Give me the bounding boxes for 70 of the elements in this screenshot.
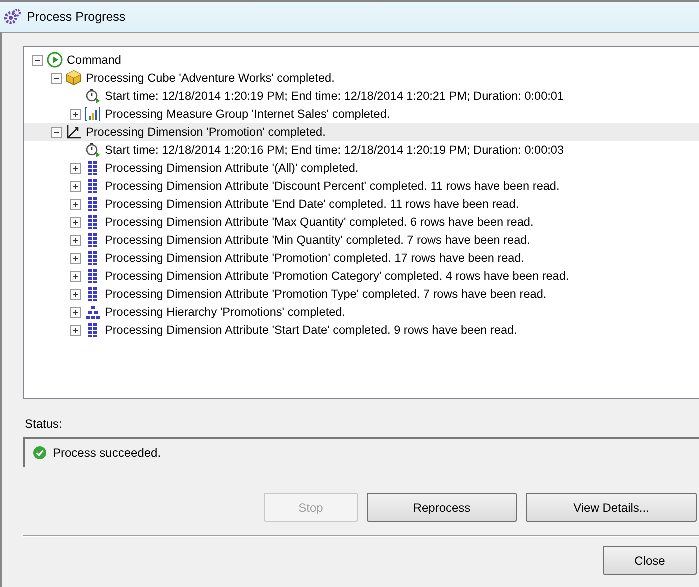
tree-row[interactable]: Processing Dimension Attribute 'Promotion Type' completed. 7 rows have been read. [24,285,699,303]
tree-item-text: Processing Measure Group 'Internet Sales' completed. [105,106,390,122]
tree-row[interactable]: Processing Hierarchy 'Promotions' completed. [24,303,699,321]
tree-row[interactable]: Processing Dimension Attribute 'Promotion Category' completed. 4 rows have been read. [24,267,699,285]
grid-icon [87,214,99,230]
tree-item-text: Command [67,52,122,68]
tree-item-text: Processing Dimension 'Promotion' completed. [86,124,326,140]
collapse-icon[interactable] [51,126,62,138]
stopwatch-icon [85,88,101,104]
expand-icon[interactable] [70,180,81,192]
collapse-icon[interactable] [51,72,62,84]
tree-row[interactable]: Processing Dimension Attribute 'Min Quantity' completed. 7 rows have been read. [24,231,699,249]
expand-icon[interactable] [70,162,81,174]
tree-item-text: Processing Dimension Attribute 'Promotion' completed. 17 rows have been read. [105,250,525,266]
expand-icon[interactable] [70,234,81,246]
tree-item-text: Processing Dimension Attribute 'End Date' completed. 11 rows have been read. [105,196,520,212]
tree-row[interactable]: Processing Dimension Attribute 'Start Date' completed. 9 rows have been read. [24,321,699,339]
status-message: Process succeeded. [53,446,162,460]
expand-icon[interactable] [70,270,81,282]
axis-chart-icon [66,124,82,140]
tree-row[interactable]: Processing Dimension Attribute 'Discount Percent' completed. 11 rows have been read. [24,177,699,195]
grid-icon [87,160,99,176]
grid-icon [87,178,99,194]
tree-row[interactable]: Processing Dimension Attribute 'End Date' completed. 11 rows have been read. [24,195,699,213]
success-check-icon [33,446,47,460]
tree-item-text: Start time: 12/18/2014 1:20:19 PM; End time: 12/18/2014 1:20:21 PM; Duration: 0:00:01 [105,88,564,104]
stopwatch-icon [85,142,101,158]
reprocess-button[interactable]: Reprocess [367,493,517,522]
bar-chart-icon [85,106,101,122]
tree-row[interactable]: Processing Cube 'Adventure Works' completed. [24,69,699,87]
expand-icon[interactable] [70,288,81,300]
tree-item-text: Processing Dimension Attribute 'Promotion Category' completed. 4 rows have been read. [105,268,570,284]
grid-icon [87,232,99,248]
tree-row[interactable]: Start time: 12/18/2014 1:20:19 PM; End time: 12/18/2014 1:20:21 PM; Duration: 0:00:01 [24,87,699,105]
status-label: Status: [25,417,62,431]
tree-row[interactable]: Processing Dimension Attribute 'Max Quantity' completed. 6 rows have been read. [24,213,699,231]
tree-row[interactable]: Start time: 12/18/2014 1:20:16 PM; End time: 12/18/2014 1:20:19 PM; Duration: 0:00:03 [24,141,699,159]
hierarchy-icon [85,304,101,320]
expand-icon[interactable] [70,252,81,264]
window-title: Process Progress [27,10,126,24]
close-button[interactable]: Close [603,546,697,575]
tree-item-text: Processing Dimension Attribute 'Max Quantity' completed. 6 rows have been read. [105,214,534,230]
tree-row[interactable]: Processing Dimension Attribute 'Promotion' completed. 17 rows have been read. [24,249,699,267]
grid-icon [87,250,99,266]
tree-item-text: Processing Dimension Attribute 'Discount Percent' completed. 11 rows have been read. [105,178,560,194]
tree-row[interactable]: Processing Measure Group 'Internet Sales' completed. [24,105,699,123]
tree-row[interactable]: Command [24,51,699,69]
expand-icon[interactable] [70,306,81,318]
tree-item-text: Processing Dimension Attribute 'Promotion Type' completed. 7 rows have been read. [105,286,547,302]
gears-icon [4,8,22,26]
tree-row[interactable]: Processing Dimension Attribute '(All)' completed. [24,159,699,177]
tree-item-text: Processing Dimension Attribute 'Min Quantity' completed. 7 rows have been read. [105,232,530,248]
expand-icon[interactable] [70,198,81,210]
tree-item-text: Start time: 12/18/2014 1:20:16 PM; End time: 12/18/2014 1:20:19 PM; Duration: 0:00:03 [105,142,564,158]
tree-item-text: Processing Dimension Attribute 'Start Date' completed. 9 rows have been read. [105,322,518,338]
grid-icon [87,196,99,212]
view-details-button[interactable]: View Details... [526,493,697,522]
tree-item-text: Processing Hierarchy 'Promotions' completed. [105,304,346,320]
tree-item-text: Processing Cube 'Adventure Works' completed. [86,70,335,86]
grid-icon [87,268,99,284]
grid-icon [87,322,99,338]
grid-icon [87,286,99,302]
collapse-icon[interactable] [32,54,43,66]
expand-icon[interactable] [70,108,81,120]
tree-item-text: Processing Dimension Attribute '(All)' completed. [105,160,359,176]
expand-icon[interactable] [70,216,81,228]
tree-row[interactable]: Processing Dimension 'Promotion' completed. [24,123,699,141]
expand-icon[interactable] [70,324,81,336]
play-circle-icon [47,52,63,68]
cube-icon [66,70,82,86]
